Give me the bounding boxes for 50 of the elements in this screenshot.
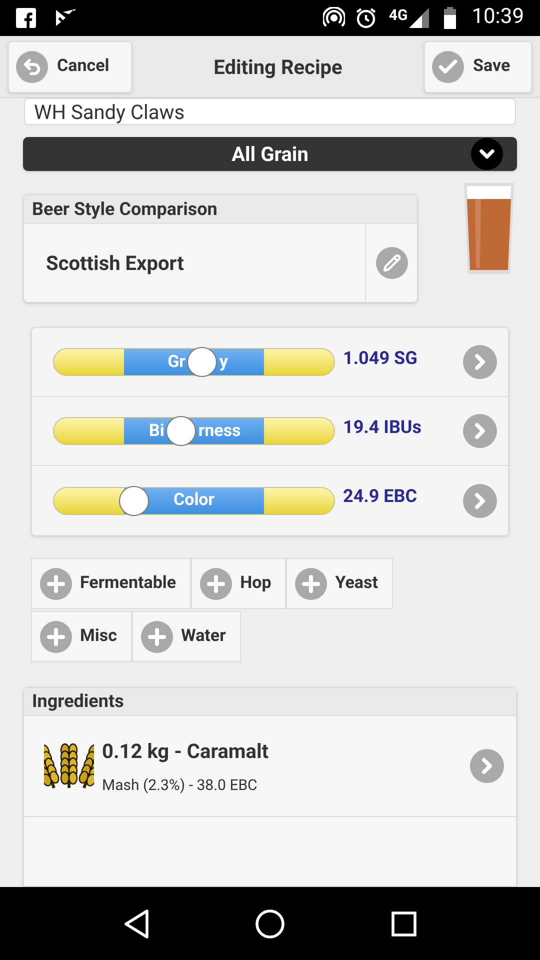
plus-icon <box>295 568 328 600</box>
next-button[interactable] <box>463 345 497 379</box>
beer-glass-icon <box>463 182 515 276</box>
slider-label: Bi <box>149 423 164 440</box>
card-title: Ingredients <box>32 690 124 714</box>
add-button[interactable]: Misc <box>31 611 132 662</box>
ingredient-name: 0.12 kg - Caramalt <box>102 738 270 765</box>
plus-icon <box>140 620 173 652</box>
undo-icon <box>16 50 48 82</box>
stat-reading: 19.4 IBUs <box>343 416 423 440</box>
signal-icon <box>408 7 430 29</box>
plus-icon <box>40 568 72 600</box>
check-icon <box>432 50 464 82</box>
style-name: Scottish Export <box>45 250 185 277</box>
page-title: Editing Recipe <box>212 54 344 80</box>
slider-thumb[interactable] <box>118 486 149 516</box>
ingredient-row[interactable]: 0.12 kg - Caramalt Mash (2.3%) - 38.0 EBC <box>24 716 516 817</box>
clock: 10:39 <box>472 4 524 32</box>
slider-label: y <box>219 354 228 371</box>
ingredient-detail: Mash (2.3%) - 38.0 EBC <box>102 774 258 796</box>
back-icon[interactable] <box>123 908 149 938</box>
add-button[interactable]: Fermentable <box>31 558 192 609</box>
stat-reading: 1.049 SG <box>343 346 418 370</box>
slider-label: rness <box>198 423 241 440</box>
overview-icon[interactable] <box>391 910 417 936</box>
cancel-button[interactable]: Cancel <box>8 40 132 92</box>
recipe-type-select[interactable]: All Grain <box>23 137 517 171</box>
hotspot-icon <box>322 7 345 29</box>
slider-label: Color <box>173 492 215 509</box>
recipe-name-field[interactable]: WH Sandy Claws <box>24 98 516 126</box>
pencil-icon <box>376 247 408 279</box>
add-button[interactable]: Hop <box>191 558 286 609</box>
wheat-icon <box>44 742 94 790</box>
save-button[interactable]: Save <box>424 40 532 92</box>
stat-reading: 24.9 EBC <box>343 485 418 509</box>
chevron-down-icon <box>471 138 503 170</box>
alarm-icon <box>354 7 377 29</box>
facebook-icon <box>16 8 36 28</box>
next-button[interactable] <box>463 484 497 518</box>
home-icon[interactable] <box>255 908 285 938</box>
card-title: Beer Style Comparison <box>32 198 218 222</box>
plus-icon <box>40 620 72 652</box>
plus-icon <box>200 568 232 600</box>
next-button[interactable] <box>470 749 504 783</box>
add-button[interactable]: Yeast <box>286 558 394 609</box>
battery-icon <box>444 7 456 29</box>
slider-label: Gr <box>168 354 186 371</box>
network-type: 4G <box>388 5 408 26</box>
add-button[interactable]: Water <box>132 611 241 662</box>
next-button[interactable] <box>463 414 497 448</box>
